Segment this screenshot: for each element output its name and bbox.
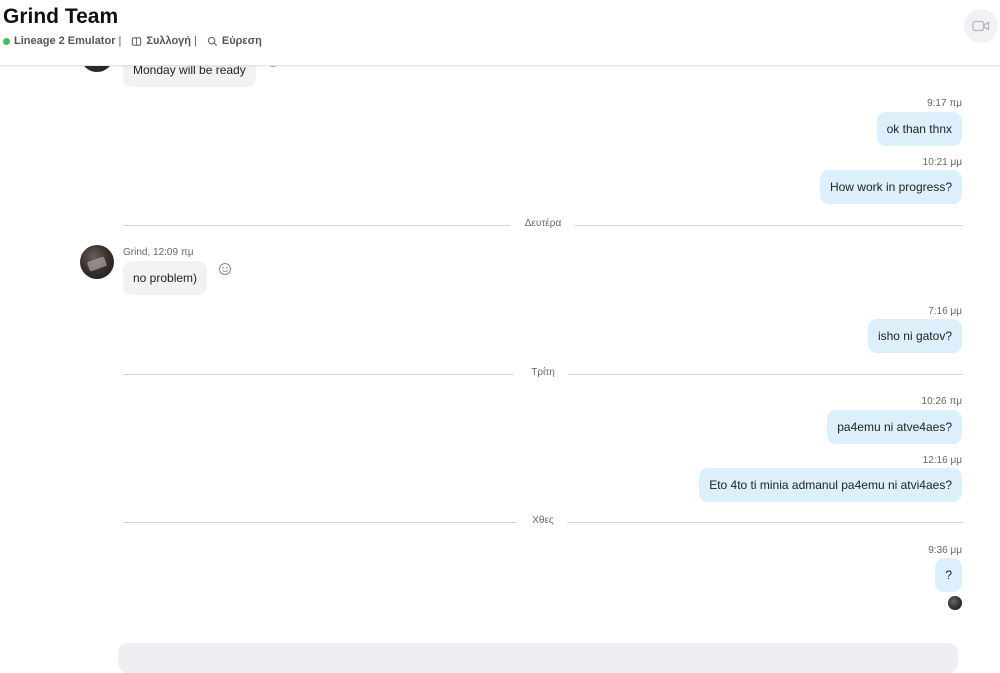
message-timestamp: 9:17 πμ xyxy=(927,98,962,109)
message-timestamp: 9:36 μμ xyxy=(928,545,962,556)
message-bubble-outgoing[interactable]: pa4emu ni atve4aes? xyxy=(827,410,962,444)
subbar-separator: | xyxy=(118,35,122,47)
date-divider-label: Χθες xyxy=(520,515,566,526)
date-divider-label: Δευτέρα xyxy=(512,218,574,229)
date-divider: Χθες xyxy=(123,515,963,529)
subbar-separator: | xyxy=(194,35,197,47)
status-label[interactable]: Lineage 2 Emulator xyxy=(14,35,115,47)
message-bubble-outgoing[interactable]: isho ni gatov? xyxy=(867,319,962,353)
find-link[interactable]: Εύρεση xyxy=(222,35,262,47)
collection-link[interactable]: Συλλογή xyxy=(146,35,191,47)
sender-meta: Grind, 12:09 πμ xyxy=(123,247,194,258)
message-bubble-outgoing[interactable]: Eto 4to ti minia admanul pa4emu ni atvi4… xyxy=(699,468,962,502)
message-timestamp: 12:16 μμ xyxy=(922,455,962,466)
read-receipt-avatar xyxy=(948,596,962,610)
message-timestamp: 7:16 μμ xyxy=(928,306,962,317)
video-call-icon xyxy=(972,20,990,32)
video-call-button[interactable] xyxy=(964,9,998,43)
message-composer[interactable] xyxy=(118,643,958,673)
conversation-header: Grind Team Lineage 2 Emulator | Συλλογή … xyxy=(0,0,1000,66)
message-bubble-incoming[interactable]: no problem) xyxy=(123,261,208,295)
date-divider: Δευτέρα xyxy=(123,218,963,232)
date-divider-label: Τρίτη xyxy=(519,367,567,378)
date-divider: Τρίτη xyxy=(123,367,963,381)
conversation-subbar: Lineage 2 Emulator | Συλλογή | Εύρεση xyxy=(3,35,262,47)
message-bubble-outgoing[interactable]: How work in progress? xyxy=(819,170,962,204)
message-bubble-outgoing[interactable]: ok than thnx xyxy=(876,112,962,146)
message-timestamp: 10:21 μμ xyxy=(922,157,962,168)
sender-avatar[interactable] xyxy=(80,245,114,279)
message-bubble-outgoing[interactable]: ? xyxy=(935,558,962,592)
message-timestamp: 10:26 πμ xyxy=(921,396,962,407)
search-icon xyxy=(207,36,217,46)
conversation-title[interactable]: Grind Team xyxy=(3,5,118,29)
book-icon xyxy=(132,36,142,46)
emoji-reaction-icon[interactable] xyxy=(218,262,232,276)
online-status-dot xyxy=(3,37,10,45)
